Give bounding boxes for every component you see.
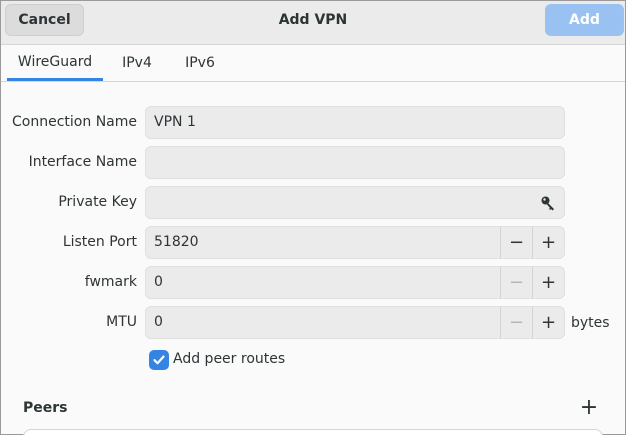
listen-port-label: Listen Port xyxy=(62,234,137,250)
mtu-decrement-button[interactable]: − xyxy=(500,307,532,338)
mtu-value: 0 xyxy=(154,314,163,330)
fwmark-decrement-button[interactable]: − xyxy=(500,267,532,298)
listen-port-value: 51820 xyxy=(154,234,199,250)
mtu-spinbutton[interactable]: 0 − + xyxy=(145,306,565,339)
fwmark-increment-button[interactable]: + xyxy=(532,267,564,298)
peers-list xyxy=(23,429,603,435)
tab-ipv4[interactable]: IPv4 xyxy=(112,45,162,81)
dialog-title: Add VPN xyxy=(278,12,348,28)
fwmark-spinbutton[interactable]: 0 − + xyxy=(145,266,565,299)
checkmark-icon xyxy=(153,355,165,365)
peers-section-title: Peers xyxy=(23,400,68,416)
add-peer-routes-checkbox[interactable] xyxy=(149,350,169,370)
tab-wireguard[interactable]: WireGuard xyxy=(7,45,103,81)
listen-port-increment-button[interactable]: + xyxy=(532,227,564,258)
plus-icon: + xyxy=(579,395,599,420)
key-icon[interactable] xyxy=(540,195,556,211)
connection-name-label: Connection Name xyxy=(12,114,137,130)
private-key-input[interactable] xyxy=(145,186,565,219)
mtu-label: MTU xyxy=(106,314,137,330)
listen-port-spinbutton[interactable]: 51820 − + xyxy=(145,226,565,259)
mtu-unit-label: bytes xyxy=(571,315,610,331)
fwmark-value: 0 xyxy=(154,274,163,290)
tab-bar: WireGuard IPv4 IPv6 xyxy=(1,45,625,82)
interface-name-label: Interface Name xyxy=(28,154,137,170)
private-key-label: Private Key xyxy=(58,194,137,210)
add-button[interactable]: Add xyxy=(545,4,624,36)
mtu-increment-button[interactable]: + xyxy=(532,307,564,338)
fwmark-label: fwmark xyxy=(84,274,137,290)
tab-ipv6[interactable]: IPv6 xyxy=(173,45,227,81)
header-bar: Cancel Add VPN Add xyxy=(1,1,625,45)
listen-port-decrement-button[interactable]: − xyxy=(500,227,532,258)
add-peer-button[interactable]: + xyxy=(579,397,599,419)
connection-name-input[interactable]: VPN 1 xyxy=(145,106,565,139)
interface-name-input[interactable] xyxy=(145,146,565,179)
connection-name-value: VPN 1 xyxy=(154,114,196,130)
add-peer-routes-label[interactable]: Add peer routes xyxy=(173,351,285,367)
